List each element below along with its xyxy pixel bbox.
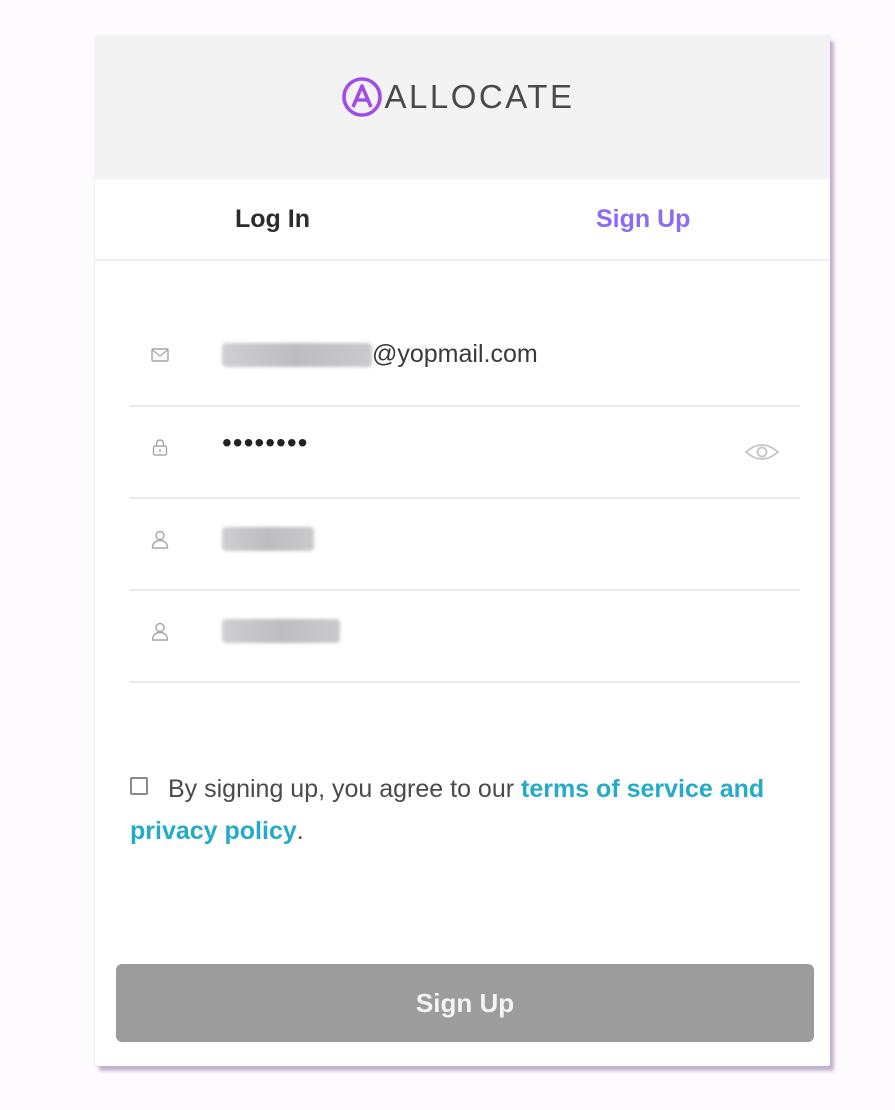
envelope-icon bbox=[151, 348, 169, 362]
card-header: ALLOCATE bbox=[95, 36, 830, 179]
redacted-last-name bbox=[222, 619, 340, 644]
terms-suffix: . bbox=[296, 817, 304, 845]
redacted-email-user bbox=[222, 343, 372, 368]
eye-icon[interactable] bbox=[744, 441, 780, 463]
password-field[interactable]: •••••••• bbox=[130, 405, 800, 499]
tab-sign-up[interactable]: Sign Up bbox=[596, 205, 690, 234]
brand-logo: ALLOCATE bbox=[341, 76, 575, 118]
password-value: •••••••• bbox=[222, 427, 309, 458]
sign-up-button[interactable]: Sign Up bbox=[116, 964, 814, 1042]
allocate-logo-icon bbox=[341, 76, 382, 117]
signup-card: ALLOCATE Log In Sign Up @yopmail.com •••… bbox=[95, 36, 830, 1066]
email-value: @yopmail.com bbox=[222, 340, 538, 369]
user-icon bbox=[151, 530, 169, 549]
email-field[interactable]: @yopmail.com bbox=[130, 313, 800, 407]
last-name-value bbox=[222, 616, 340, 645]
lock-icon bbox=[152, 439, 168, 456]
auth-tabs: Log In Sign Up bbox=[95, 179, 830, 261]
terms-checkbox[interactable] bbox=[130, 777, 148, 795]
first-name-value bbox=[222, 524, 314, 553]
tab-log-in[interactable]: Log In bbox=[235, 205, 310, 234]
terms-prefix: By signing up, you agree to our bbox=[168, 775, 522, 803]
last-name-field[interactable] bbox=[130, 589, 800, 683]
user-icon bbox=[151, 622, 169, 641]
email-domain: @yopmail.com bbox=[372, 340, 538, 368]
redacted-first-name bbox=[222, 527, 314, 552]
first-name-field[interactable] bbox=[130, 497, 800, 591]
brand-name: ALLOCATE bbox=[384, 77, 575, 115]
terms-agreement: By signing up, you agree to our terms of… bbox=[130, 768, 770, 852]
